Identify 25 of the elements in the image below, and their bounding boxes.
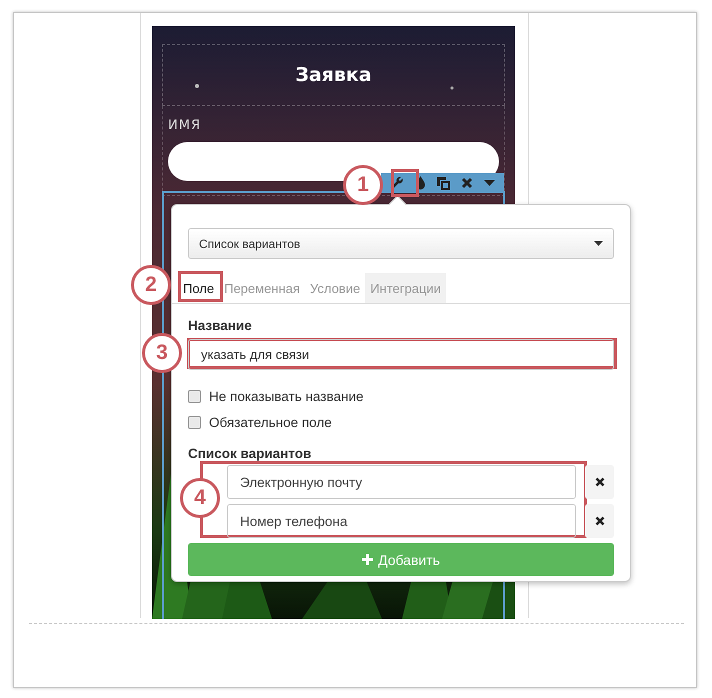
delete-button[interactable]: [585, 504, 614, 538]
callout-number: 3: [142, 333, 182, 373]
field-label: ИМЯ: [168, 118, 201, 133]
copy-icon[interactable]: [436, 176, 450, 190]
close-icon: [594, 477, 604, 487]
checkbox[interactable]: [188, 416, 201, 429]
checkbox-label: Обязательное поле: [209, 415, 332, 430]
plus-icon: [362, 554, 374, 565]
callout-number: 2: [131, 265, 171, 305]
checkbox-label: Не показывать название: [209, 389, 364, 404]
highlight-frame: [391, 169, 419, 197]
option-field[interactable]: Номер телефона: [227, 504, 576, 538]
tab[interactable]: Поле: [178, 273, 220, 303]
highlight-frame: [178, 271, 223, 302]
delete-button[interactable]: [585, 465, 614, 499]
checkbox[interactable]: [188, 390, 201, 403]
close-icon[interactable]: [460, 177, 473, 189]
close-icon: [594, 516, 604, 526]
form-title: Заявка: [295, 64, 372, 86]
section-label: Название: [188, 318, 252, 333]
section-label: Список вариантов: [188, 446, 312, 461]
field-type-select[interactable]: Список вариантов: [188, 228, 614, 259]
caret-icon: [594, 241, 603, 246]
option-field[interactable]: Электронную почту: [227, 465, 576, 499]
name-field[interactable]: указать для связи: [188, 339, 614, 370]
